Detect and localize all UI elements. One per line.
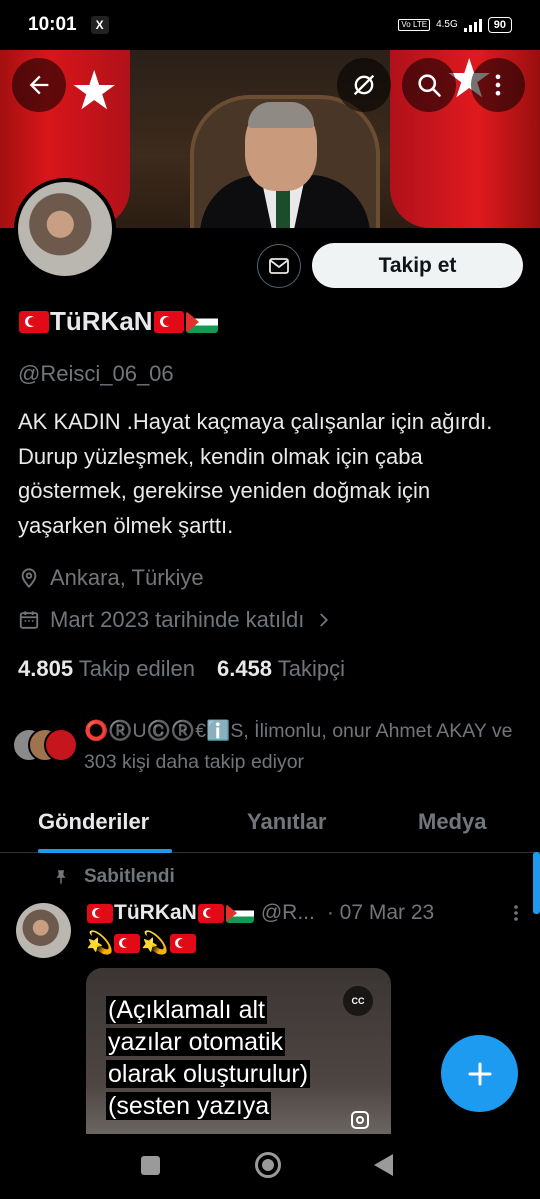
chevron-right-icon xyxy=(320,613,329,627)
back-button[interactable] xyxy=(12,58,66,112)
location-pin-icon xyxy=(21,568,37,589)
known-followers-text: ⭕®️U©️®️€ℹ️S, İlimonlu, onur Ahmet AKAY … xyxy=(84,720,513,773)
location-text: Ankara, Türkiye xyxy=(50,565,204,590)
turkey-flag-icon xyxy=(153,311,184,333)
tab-replies[interactable]: Yanıtlar xyxy=(247,809,326,835)
following-label: Takip edilen xyxy=(78,656,195,681)
known-followers-avatars xyxy=(12,728,82,764)
status-time: 10:01 xyxy=(28,14,77,35)
banner-hair xyxy=(248,102,314,128)
profile-bio: AK KADIN .Hayat kaçmaya çalışanlar için … xyxy=(18,409,493,538)
tweet-header: TüRKaN @R... · 07 Mar 23 xyxy=(86,901,526,925)
caption-line: yazılar otomatik xyxy=(106,1028,286,1056)
message-button[interactable] xyxy=(257,244,301,288)
closed-captions-button[interactable]: CC xyxy=(343,986,373,1016)
mail-icon xyxy=(269,258,289,274)
dizzy-emoji-icon: 💫 xyxy=(141,930,169,955)
pinned-label-row: Sabitlendi xyxy=(52,866,175,888)
following-count: 4.805 xyxy=(18,656,74,681)
tweet-text: 💫 💫 xyxy=(86,930,197,956)
compose-button[interactable] xyxy=(441,1035,518,1112)
arrow-left-icon xyxy=(29,75,49,95)
turkey-flag-icon xyxy=(87,903,113,923)
status-bar: 10:01 X Vo LTE 4.5G 90 xyxy=(0,0,540,50)
x-notification-icon: X xyxy=(90,16,109,34)
palestine-flag-icon xyxy=(225,903,254,923)
palestine-flag-icon xyxy=(185,311,218,333)
turkey-flag-icon xyxy=(197,903,224,923)
location-row: Ankara, Türkiye xyxy=(18,565,204,591)
profile-avatar[interactable] xyxy=(14,178,116,280)
home-button[interactable] xyxy=(255,1152,281,1178)
tweet-more-button[interactable] xyxy=(506,901,526,931)
pin-icon xyxy=(56,870,66,884)
profile-tabs: Gönderiler Yanıtlar Medya xyxy=(0,795,540,853)
joined-row[interactable]: Mart 2023 tarihinde katıldı xyxy=(18,607,332,633)
follow-button[interactable]: Takip et xyxy=(312,243,523,288)
video-caption: (Açıklamalı alt yazılar otomatik olarak … xyxy=(106,994,376,1122)
recents-button[interactable] xyxy=(141,1156,160,1175)
volte-badge: Vo LTE xyxy=(398,19,431,31)
pinned-label: Sabitlendi xyxy=(84,866,175,887)
tweet-avatar[interactable] xyxy=(16,903,71,958)
followers-count: 6.458 xyxy=(216,656,273,681)
tab-indicator xyxy=(38,849,172,853)
tweet-author-name[interactable]: TüRKaN xyxy=(114,901,197,925)
avatar xyxy=(44,728,78,762)
banner-tie xyxy=(276,190,290,228)
followers-link[interactable]: 6.458 Takipçi xyxy=(217,656,345,682)
following-link[interactable]: 4.805 Takip edilen xyxy=(18,656,195,682)
followers-label: Takipçi xyxy=(277,656,345,681)
dizzy-emoji-icon: 💫 xyxy=(86,930,114,955)
search-button[interactable] xyxy=(402,58,456,112)
turkey-flag-icon xyxy=(114,934,141,953)
eye-slash-icon xyxy=(353,74,375,96)
system-nav-bar xyxy=(0,1134,540,1199)
battery-indicator: 90 xyxy=(487,17,512,33)
search-icon xyxy=(418,74,441,97)
tab-posts[interactable]: Gönderiler xyxy=(38,809,149,835)
display-name: TüRKaN xyxy=(18,306,219,337)
turkey-flag-icon xyxy=(169,934,196,953)
joined-text: Mart 2023 tarihinde katıldı xyxy=(50,607,305,632)
avatar-photo xyxy=(18,182,112,276)
caption-line: (Açıklamalı alt xyxy=(106,996,267,1024)
more-vertical-icon xyxy=(514,905,518,921)
caption-line: (sesten yazıya xyxy=(106,1092,272,1120)
more-vertical-icon xyxy=(495,74,501,96)
tweet-date: · 07 Mar 23 xyxy=(326,901,435,924)
caption-line: olarak oluşturulur) xyxy=(106,1060,311,1088)
turkey-flag-icon xyxy=(19,311,49,333)
tab-media[interactable]: Medya xyxy=(418,809,486,835)
tweet-video[interactable]: (Açıklamalı alt yazılar otomatik olarak … xyxy=(86,968,391,1136)
calendar-icon xyxy=(19,611,39,629)
more-button[interactable] xyxy=(471,58,525,112)
network-type: 4.5G xyxy=(436,19,458,30)
hide-button[interactable] xyxy=(337,58,391,112)
plus-icon xyxy=(468,1062,491,1085)
follow-stats: 4.805 Takip edilen 6.458 Takipçi xyxy=(18,656,345,682)
instagram-icon xyxy=(351,1111,369,1129)
tweet-author-handle: @R... xyxy=(260,901,315,924)
display-name-text: TüRKaN xyxy=(50,306,153,336)
profile-handle: @Reisci_06_06 xyxy=(18,361,174,386)
signal-icon xyxy=(463,18,482,32)
back-nav-button[interactable] xyxy=(374,1154,393,1176)
scrollbar[interactable] xyxy=(533,852,540,914)
status-right: Vo LTE 4.5G 90 xyxy=(398,17,512,33)
